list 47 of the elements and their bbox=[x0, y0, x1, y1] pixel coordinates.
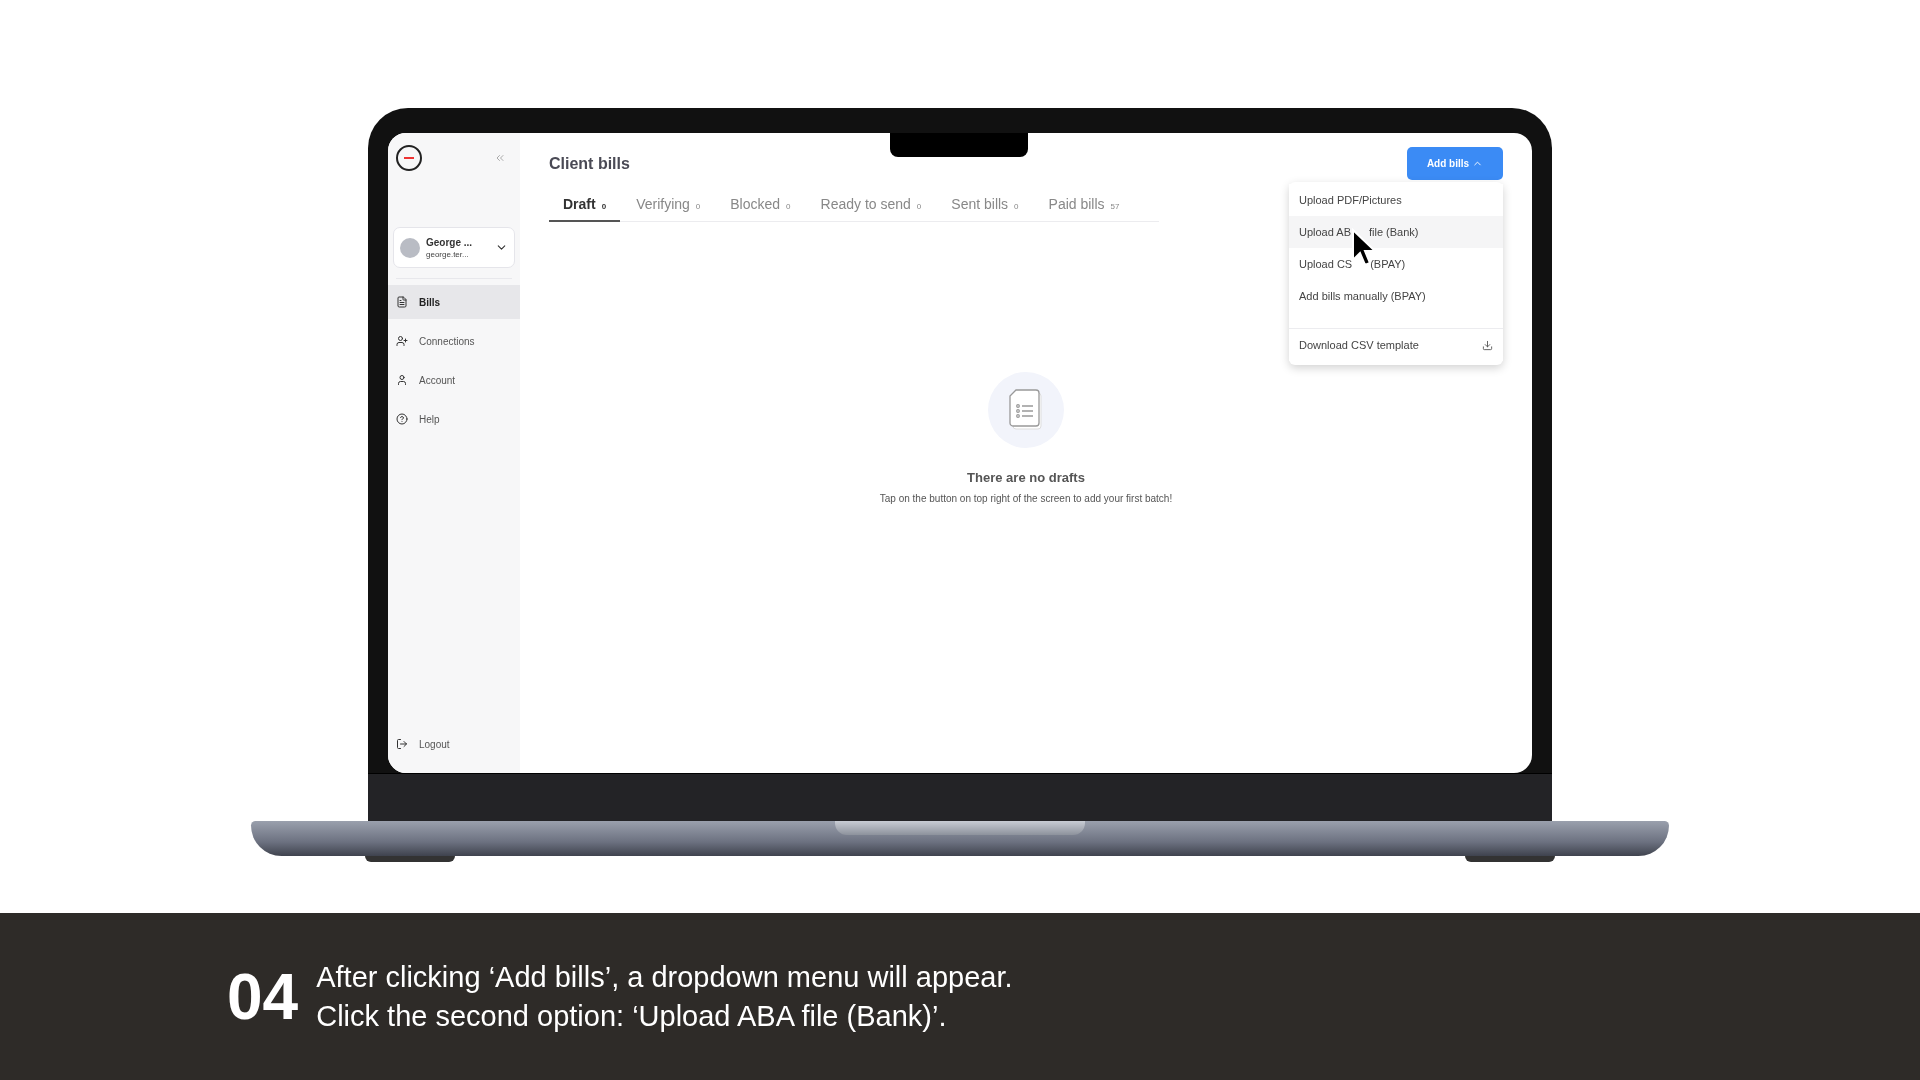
menu-item-text: Upload AB bbox=[1299, 226, 1351, 238]
menu-item[interactable]: Upload AB file (Bank) bbox=[1289, 216, 1503, 248]
tab[interactable]: Blocked 0 bbox=[716, 188, 805, 222]
menu-item-text: Add bills manually (BPAY) bbox=[1299, 290, 1426, 302]
download-icon bbox=[1482, 339, 1493, 351]
document-list-icon bbox=[1009, 389, 1043, 431]
menu-item[interactable]: Download CSV template bbox=[1289, 328, 1503, 361]
menu-item-text: Download CSV template bbox=[1299, 339, 1419, 351]
tab[interactable]: Draft 0 bbox=[549, 188, 621, 222]
tab-count: 57 bbox=[1110, 202, 1120, 211]
menu-item-text: file (Bank) bbox=[1369, 226, 1419, 238]
nav-icon bbox=[396, 335, 408, 347]
logo-icon bbox=[396, 145, 422, 171]
caption-text: Click the second option: ‘Upload ABA file (Bank)’. bbox=[316, 999, 948, 1033]
nav-icon bbox=[396, 296, 408, 308]
nav-item[interactable]: Bills bbox=[388, 285, 520, 319]
empty-state-title: There are no drafts bbox=[967, 470, 1085, 485]
tab[interactable]: Paid bills 57 bbox=[1034, 188, 1134, 222]
tab-count: 0 bbox=[1014, 202, 1019, 211]
nav-icon bbox=[396, 374, 408, 386]
user-name: George ... bbox=[426, 236, 474, 248]
empty-state-message: Tap on the button on top right of the screen to add your first batch! bbox=[879, 493, 1173, 504]
tab-count: 0 bbox=[916, 202, 922, 211]
logout-item[interactable]: Logout bbox=[388, 727, 520, 761]
menu-item-text: Upload CS bbox=[1299, 258, 1353, 270]
menu-item-text: Upload PDF/Pictures bbox=[1299, 194, 1402, 206]
avatar-icon bbox=[400, 237, 420, 258]
step-number: 04 bbox=[227, 959, 299, 1034]
tab[interactable]: Sent bills 0 bbox=[937, 188, 1033, 222]
logout-icon bbox=[396, 738, 408, 750]
user-email: george.ter... bbox=[426, 249, 470, 259]
tab-count: 0 bbox=[786, 202, 791, 211]
nav-item[interactable]: Help bbox=[388, 402, 520, 436]
page-title: Client bills bbox=[549, 154, 630, 173]
tab-count: 0 bbox=[601, 202, 607, 211]
menu-item[interactable]: Add bills manually (BPAY) bbox=[1289, 280, 1503, 312]
tab[interactable]: Ready to send 0 bbox=[806, 188, 936, 222]
nav-item[interactable]: Account bbox=[388, 363, 520, 397]
menu-item[interactable]: Upload CS (BPAY) bbox=[1289, 248, 1503, 280]
caption-text: After clicking ‘Add bills’, a dropdown menu will appear. bbox=[316, 960, 1013, 994]
menu-item[interactable]: Upload PDF/Pictures bbox=[1289, 184, 1503, 216]
tab[interactable]: Verifying 0 bbox=[622, 188, 715, 222]
user-card[interactable]: George ... george.ter... bbox=[393, 227, 515, 268]
menu-item-text: (BPAY) bbox=[1370, 258, 1406, 270]
nav-item[interactable]: Connections bbox=[388, 324, 520, 358]
nav-icon bbox=[396, 413, 408, 425]
tab-count: 0 bbox=[695, 202, 701, 211]
